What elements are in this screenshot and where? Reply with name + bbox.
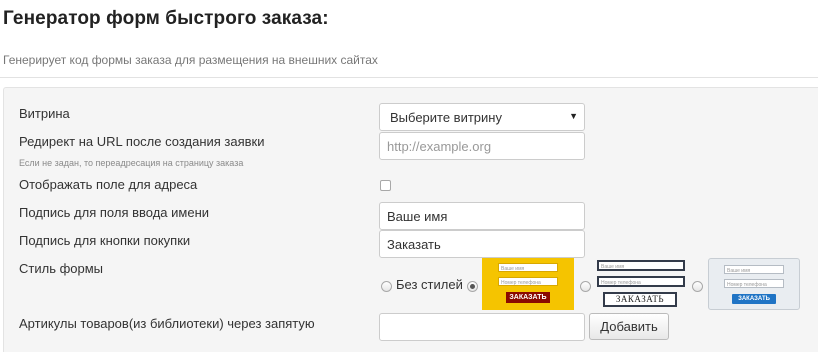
name-caption-input[interactable] — [379, 202, 585, 230]
storefront-select-value: Выберите витрину — [390, 110, 502, 125]
page-subtitle: Генерирует код формы заказа для размещен… — [3, 53, 378, 67]
preview-phone-field: Номер телефона — [724, 279, 784, 288]
storefront-select[interactable]: Выберите витрину ▼ — [379, 103, 585, 131]
show-address-checkbox[interactable] — [380, 180, 391, 191]
style-preview-blue[interactable]: Ваше имя Номер телефона ЗАКАЗАТЬ — [708, 258, 800, 310]
redirect-hint: Если не задан, то переадресация на стран… — [19, 158, 244, 168]
style-preview-outline[interactable]: Ваше имя Номер телефона ЗАКАЗАТЬ — [595, 258, 687, 310]
storefront-label: Витрина — [19, 106, 70, 121]
name-caption-label: Подпись для поля ввода имени — [19, 205, 210, 220]
style-radio-none[interactable] — [381, 281, 392, 292]
form-style-label: Стиль формы — [19, 261, 104, 276]
header-divider — [0, 77, 818, 78]
redirect-url-input[interactable] — [379, 132, 585, 160]
preview-name-field: Ваше имя — [498, 263, 558, 272]
style-radio-3[interactable] — [692, 281, 703, 292]
preview-phone-field: Номер телефона — [597, 276, 685, 287]
style-radio-none-label: Без стилей — [396, 277, 463, 292]
add-button[interactable]: Добавить — [589, 313, 669, 340]
preview-phone-field: Номер телефона — [498, 277, 558, 286]
style-radio-2[interactable] — [580, 281, 591, 292]
buy-caption-label: Подпись для кнопки покупки — [19, 233, 191, 248]
page-title: Генератор форм быстрого заказа: — [3, 8, 329, 29]
redirect-label: Редирект на URL после создания заявки — [19, 134, 265, 149]
preview-order-button: ЗАКАЗАТЬ — [603, 292, 677, 307]
style-preview-yellow[interactable]: Ваше имя Номер телефона ЗАКАЗАТЬ — [482, 258, 574, 310]
preview-name-field: Ваше имя — [724, 265, 784, 274]
show-address-label: Отображать поле для адреса — [19, 177, 198, 192]
preview-name-field: Ваше имя — [597, 260, 685, 271]
articles-label: Артикулы товаров(из библиотеки) через за… — [19, 316, 315, 331]
style-radio-1[interactable] — [467, 281, 478, 292]
preview-order-button: ЗАКАЗАТЬ — [732, 294, 776, 304]
buy-caption-input[interactable] — [379, 230, 585, 258]
articles-input[interactable] — [379, 313, 585, 341]
preview-order-button: ЗАКАЗАТЬ — [506, 292, 550, 303]
caret-down-icon: ▼ — [569, 111, 578, 121]
